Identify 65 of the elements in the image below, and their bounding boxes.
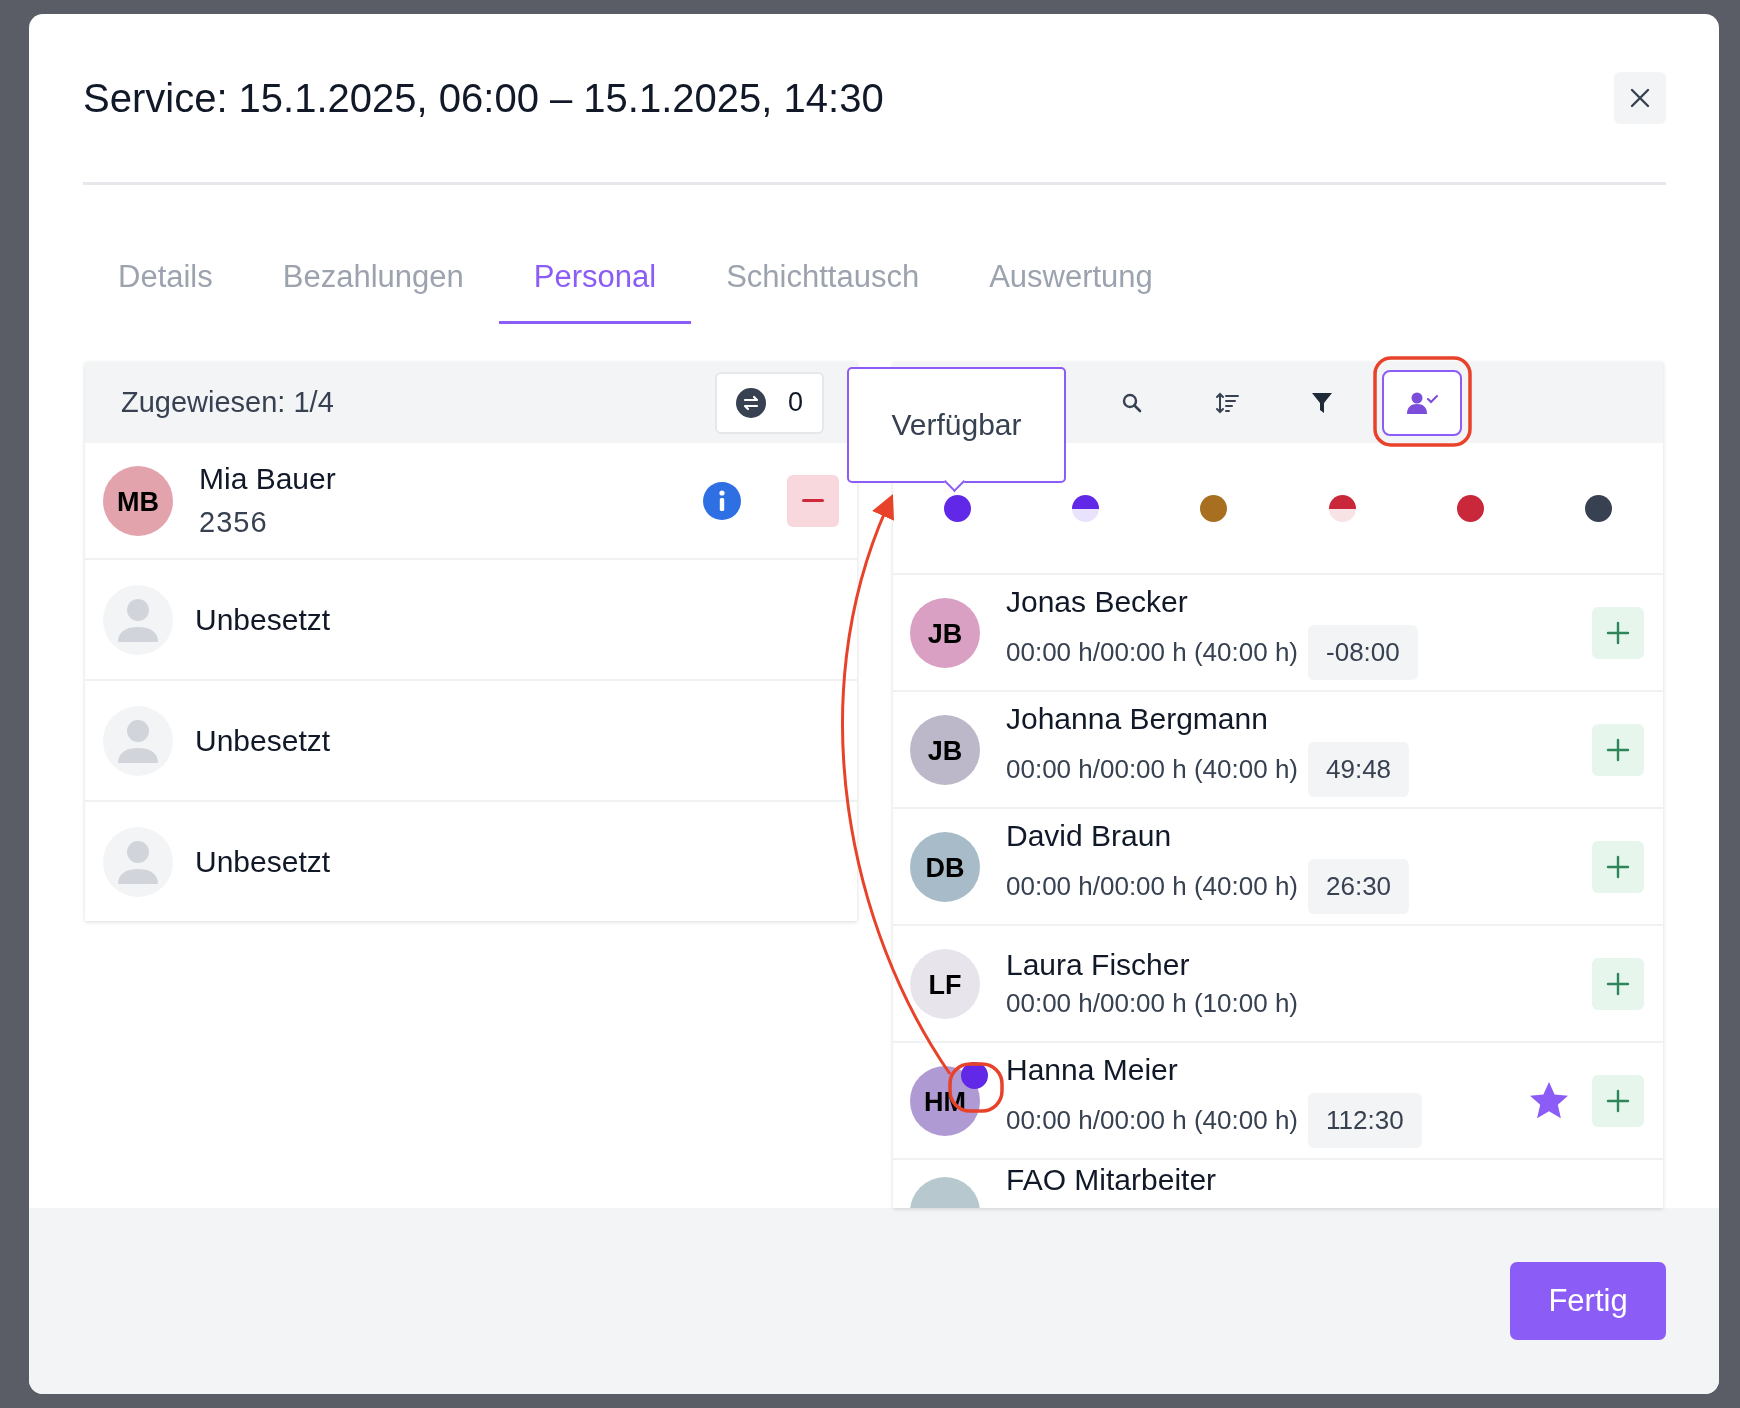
dialog-title: Service: 15.1.2025, 06:00 – 15.1.2025, 14:30 (83, 75, 884, 121)
staff-name: Jonas Becker (1006, 585, 1189, 619)
info-icon[interactable] (703, 481, 741, 520)
hours-text: 00:00 h/00:00 h (10:00 h) (1006, 988, 1298, 1019)
hours-text: 00:00 h/00:00 h (40:00 h) (1006, 637, 1298, 668)
sort-icon (1214, 390, 1240, 415)
close-button[interactable] (1614, 72, 1666, 124)
avatar: DB (910, 831, 980, 902)
half-status-dot[interactable] (1072, 494, 1099, 522)
remove-button[interactable] (787, 474, 839, 527)
status-dot[interactable] (1200, 494, 1228, 522)
avatar: JB (910, 714, 980, 785)
plus-icon (1606, 854, 1630, 879)
half-status-dot[interactable] (1328, 494, 1356, 522)
balance-tag: -08:00 (1308, 625, 1418, 680)
avatar: MB (103, 465, 173, 536)
add-button[interactable] (1592, 840, 1644, 893)
add-button[interactable] (1592, 723, 1644, 776)
empty-avatar-icon (103, 826, 173, 897)
status-dot[interactable] (943, 494, 971, 522)
hours-text: 00:00 h/00:00 h (40:00 h) (1006, 1105, 1298, 1136)
assigned-count: Zugewiesen: 1/4 (121, 386, 334, 419)
plus-icon (1606, 620, 1630, 645)
balance-tag: 49:48 (1308, 742, 1410, 797)
done-button[interactable]: Fertig (1510, 1262, 1666, 1340)
hours-text: 00:00 h/00:00 h (40:00 h) (1006, 754, 1298, 785)
avatar: JB (910, 597, 980, 668)
add-button[interactable] (1592, 957, 1644, 1010)
unassigned-label: Unbesetzt (195, 723, 331, 758)
search-icon (1121, 391, 1143, 414)
staff-name: Laura Fischer (1006, 948, 1191, 982)
plus-icon (1606, 1088, 1630, 1113)
add-button[interactable] (1592, 606, 1644, 659)
empty-avatar-icon (103, 584, 173, 655)
available-filter-button[interactable] (1382, 369, 1462, 436)
swap-button[interactable]: 0 (715, 371, 824, 434)
staff-name: Mia Bauer (199, 462, 337, 496)
swap-icon (736, 387, 766, 418)
empty-avatar-icon (103, 705, 173, 776)
staff-name: FAO Mitarbeiter (1006, 1163, 1218, 1197)
staff-number: 2356 (199, 506, 269, 539)
staff-name: Johanna Bergmann (1006, 702, 1269, 736)
person-check-icon (1406, 390, 1438, 415)
unassigned-label: Unbesetzt (195, 844, 331, 879)
plus-icon (1606, 971, 1630, 996)
balance-tag: 26:30 (1308, 859, 1410, 914)
plus-icon (1606, 737, 1630, 762)
unassigned-label: Unbesetzt (195, 602, 331, 637)
staff-row[interactable]: JB Jonas Becker 00:00 h/00:00 h (40:00 h) -08:00 (893, 575, 1663, 692)
staff-name: Hanna Meier (1006, 1053, 1179, 1087)
status-dot[interactable] (1585, 494, 1613, 522)
tooltip-text: Verfügbar (891, 408, 1022, 442)
close-icon (1629, 87, 1651, 109)
staff-name: David Braun (1006, 819, 1173, 853)
status-dot[interactable] (1457, 494, 1484, 522)
hours-text: 00:00 h/00:00 h (40:00 h) (1006, 871, 1298, 902)
minus-icon (802, 498, 824, 503)
avatar: LF (910, 948, 980, 1019)
tab[interactable]: Personal (498, 239, 692, 324)
staff-row[interactable]: DB David Braun 00:00 h/00:00 h (40:00 h) 26:30 (893, 809, 1663, 926)
staff-row[interactable]: LF Laura Fischer 00:00 h/00:00 h (10:00 h) (893, 926, 1663, 1043)
add-button[interactable] (1592, 1074, 1644, 1127)
staff-row[interactable]: JB Johanna Bergmann 00:00 h/00:00 h (40:00 h) 49:48 (893, 692, 1663, 809)
balance-tag: 112:30 (1308, 1093, 1422, 1148)
filter-icon (1310, 390, 1334, 415)
